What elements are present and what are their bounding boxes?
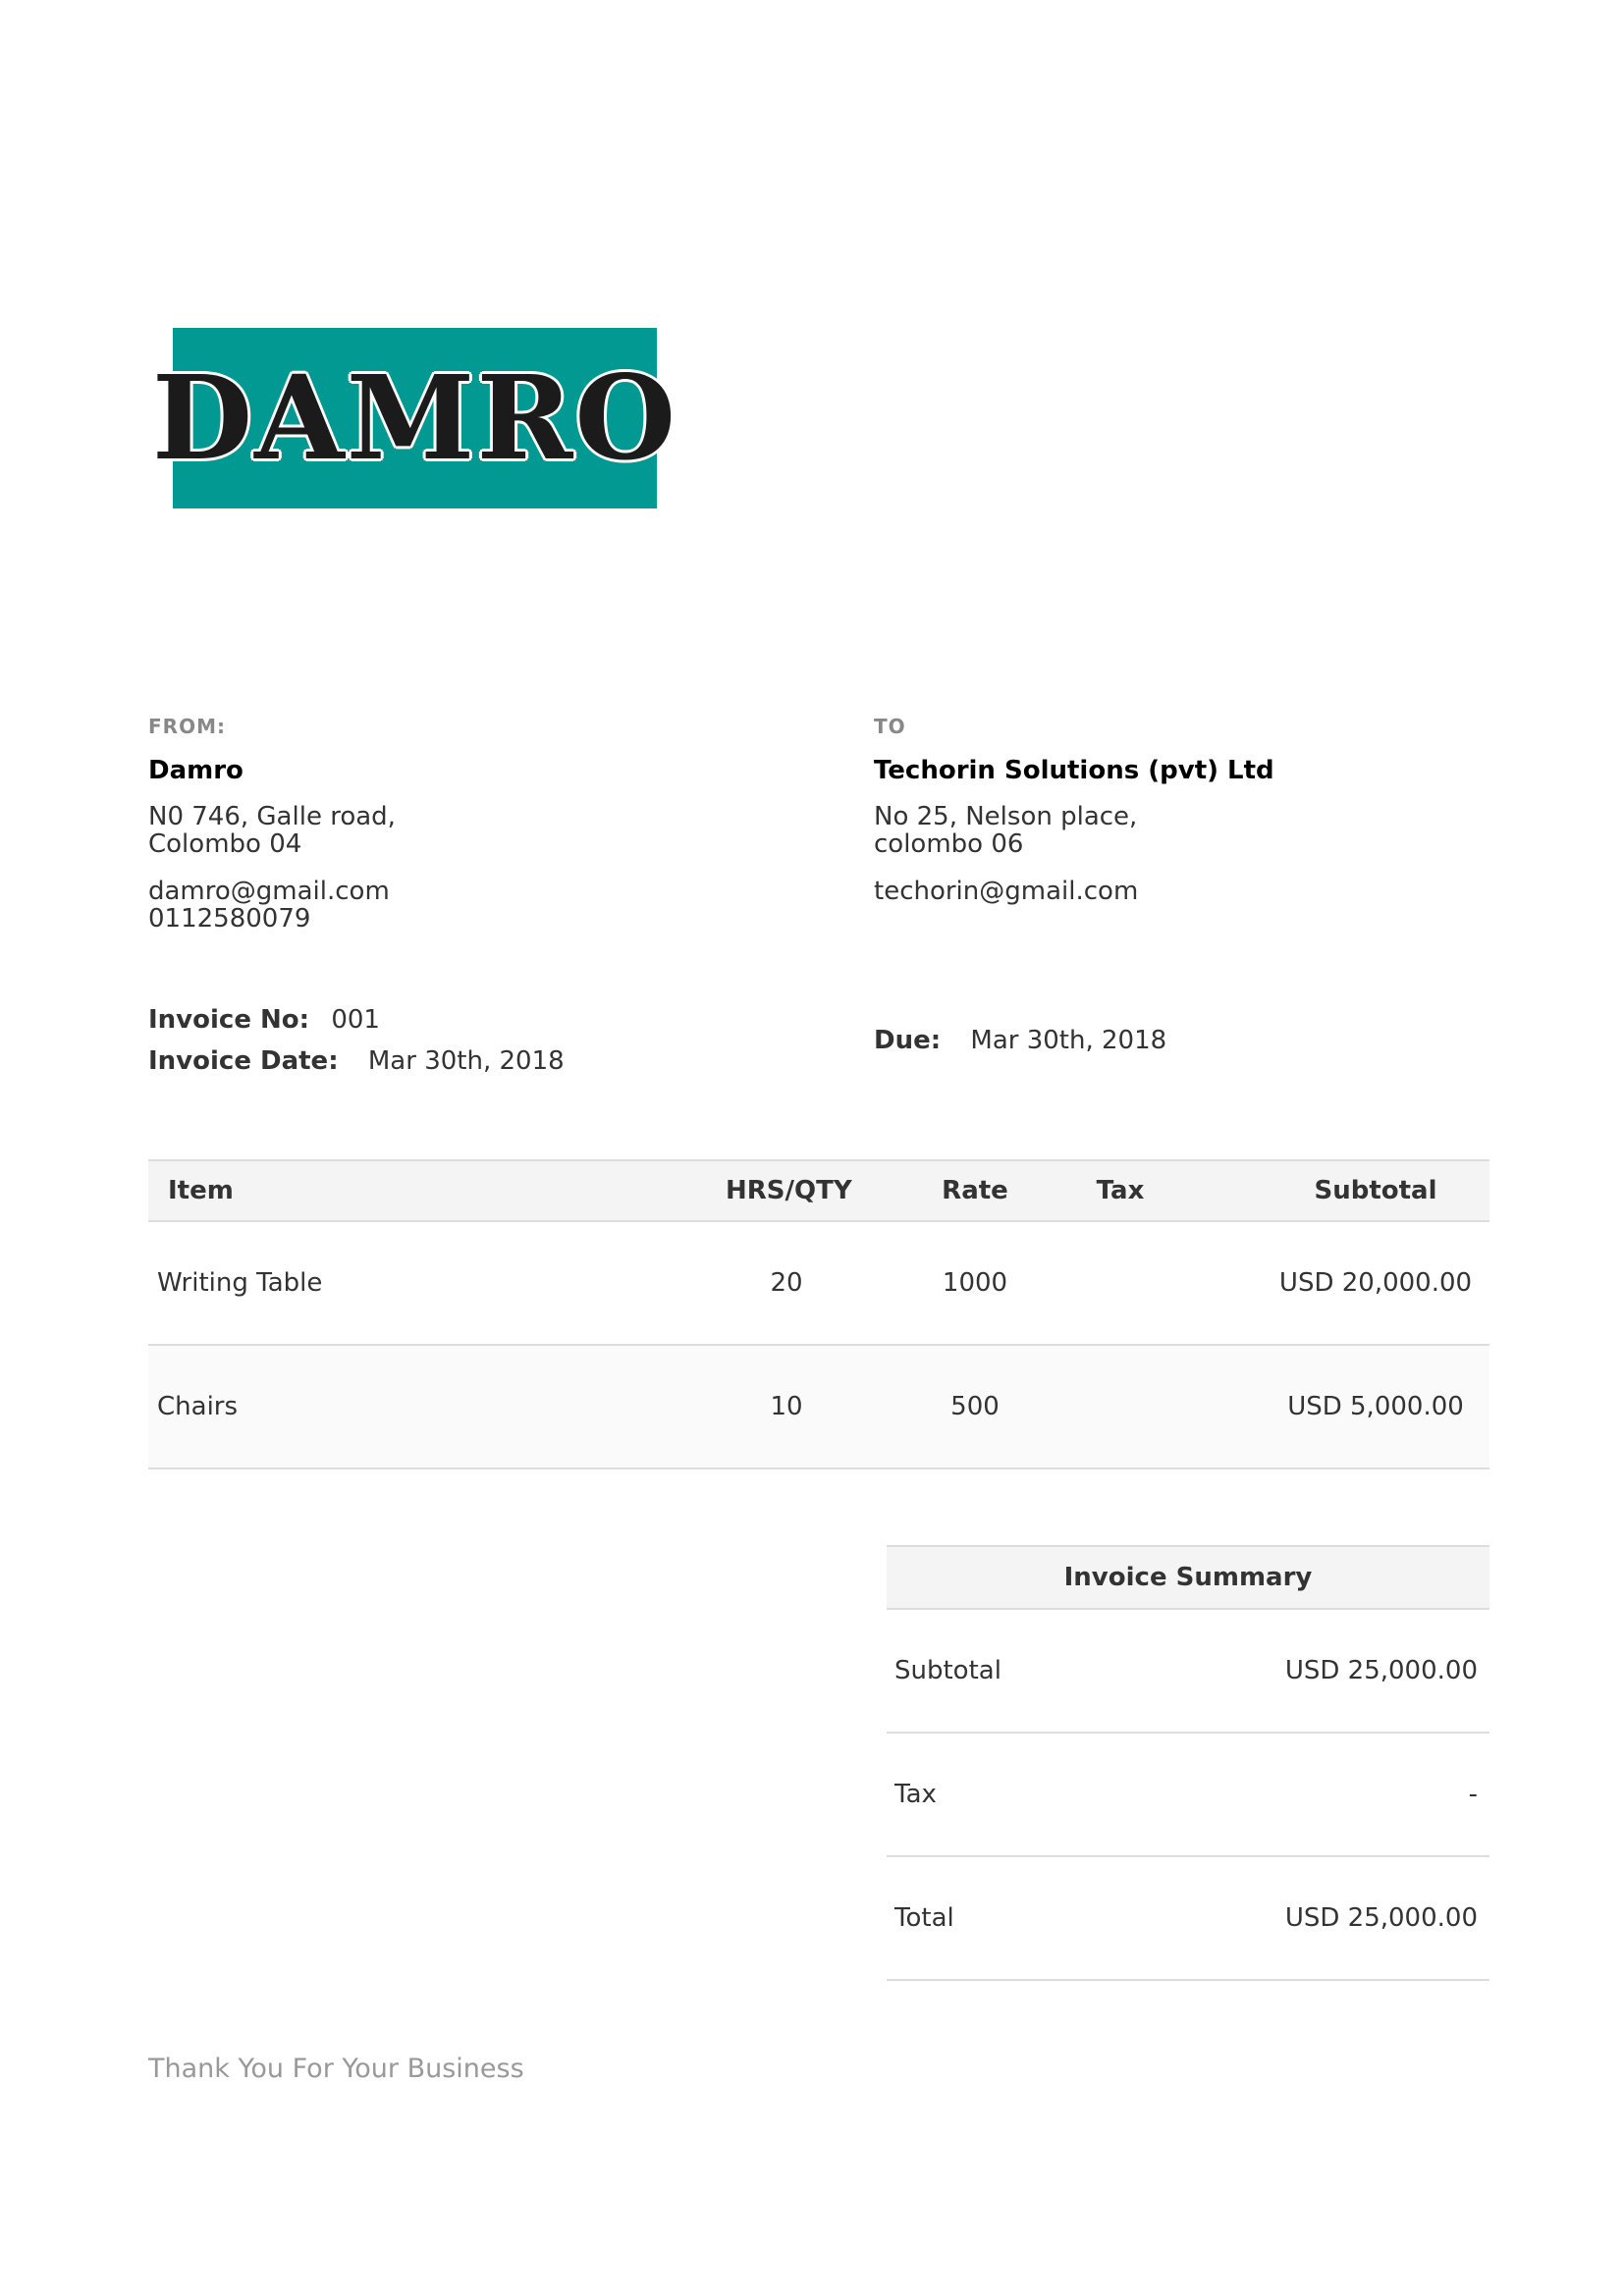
summary-subtotal-value: USD 25,000.00 bbox=[1284, 1656, 1478, 1685]
to-name: Techorin Solutions (pvt) Ltd bbox=[874, 756, 1274, 785]
row-qty: 20 bbox=[770, 1268, 803, 1298]
from-name: Damro bbox=[148, 756, 243, 785]
summary-row-subtotal: Subtotal USD 25,000.00 bbox=[887, 1610, 1489, 1734]
invoice-no-colon: : bbox=[298, 1005, 310, 1035]
due-value: Mar 30th, 2018 bbox=[970, 1026, 1167, 1055]
invoice-date-colon: : bbox=[328, 1046, 339, 1076]
invoice-date-label: Invoice Date bbox=[148, 1046, 329, 1076]
invoice-no-value: 001 bbox=[331, 1005, 380, 1035]
header-rate: Rate bbox=[942, 1176, 1008, 1205]
summary-tax-label: Tax bbox=[894, 1780, 937, 1809]
invoice-date-row: Invoice Date: Mar 30th, 2018 bbox=[148, 1046, 565, 1076]
from-address-line2: Colombo 04 bbox=[148, 829, 302, 859]
table-row: Writing Table 20 1000 USD 20,000.00 bbox=[148, 1222, 1489, 1346]
row-subtotal: USD 5,000.00 bbox=[1287, 1392, 1464, 1421]
thank-you-note: Thank You For Your Business bbox=[148, 2054, 524, 2084]
invoice-summary-title: Invoice Summary bbox=[887, 1545, 1489, 1610]
table-row: Chairs 10 500 USD 5,000.00 bbox=[148, 1346, 1489, 1469]
row-rate: 1000 bbox=[942, 1268, 1008, 1298]
from-phone: 0112580079 bbox=[148, 904, 311, 934]
row-item: Chairs bbox=[157, 1392, 239, 1421]
summary-row-tax: Tax - bbox=[887, 1734, 1489, 1857]
row-qty: 10 bbox=[770, 1392, 803, 1421]
to-email: techorin@gmail.com bbox=[874, 877, 1139, 906]
header-qty: HRS/QTY bbox=[726, 1176, 852, 1205]
summary-row-total: Total USD 25,000.00 bbox=[887, 1857, 1489, 1981]
due-label: Due: bbox=[874, 1026, 942, 1055]
logo-text: DAMRO bbox=[151, 349, 678, 486]
items-table-header: Item HRS/QTY Rate Tax Subtotal bbox=[148, 1159, 1489, 1222]
from-email: damro@gmail.com bbox=[148, 877, 390, 906]
to-address-line2: colombo 06 bbox=[874, 829, 1024, 859]
header-subtotal: Subtotal bbox=[1314, 1176, 1437, 1205]
due-row: Due: Mar 30th, 2018 bbox=[874, 1026, 1166, 1055]
summary-total-label: Total bbox=[894, 1903, 954, 1933]
summary-subtotal-label: Subtotal bbox=[894, 1656, 1001, 1685]
header-tax: Tax bbox=[1096, 1176, 1145, 1205]
row-rate: 500 bbox=[950, 1392, 1000, 1421]
from-label: FROM: bbox=[148, 715, 226, 738]
company-logo: DAMRO bbox=[152, 328, 676, 508]
to-label: TO bbox=[874, 715, 906, 738]
invoice-no-row: Invoice No: 001 bbox=[148, 1005, 380, 1035]
invoice-no-label: Invoice No bbox=[148, 1005, 299, 1035]
to-address-line1: No 25, Nelson place, bbox=[874, 802, 1138, 831]
header-item: Item bbox=[168, 1176, 234, 1205]
summary-total-value: USD 25,000.00 bbox=[1284, 1903, 1478, 1933]
row-item: Writing Table bbox=[157, 1268, 323, 1298]
from-address-line1: N0 746, Galle road, bbox=[148, 802, 396, 831]
row-subtotal: USD 20,000.00 bbox=[1278, 1268, 1473, 1298]
invoice-date-value: Mar 30th, 2018 bbox=[367, 1046, 565, 1076]
summary-tax-value: - bbox=[1468, 1780, 1478, 1809]
